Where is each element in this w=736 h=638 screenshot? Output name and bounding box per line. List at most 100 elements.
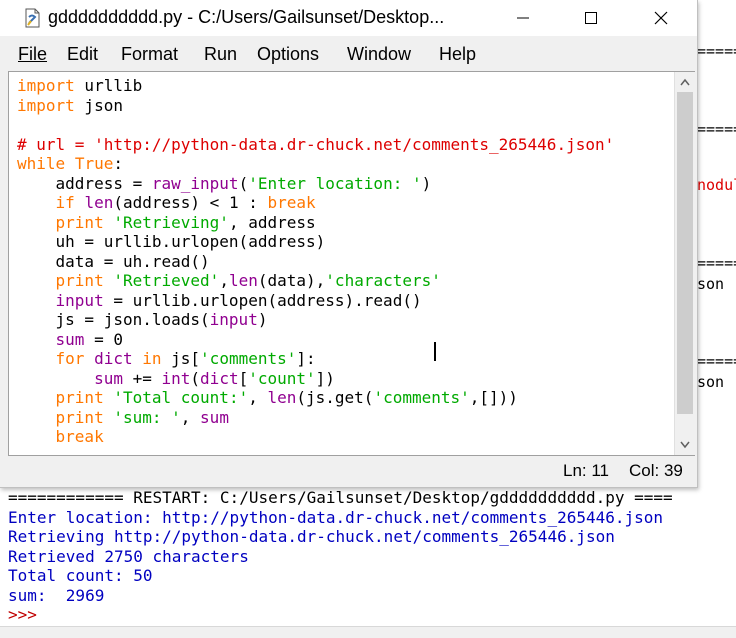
code-token: (data), <box>257 271 326 290</box>
shell-fragment-module: nodul <box>697 176 736 194</box>
shell-separator: ===== <box>697 254 736 272</box>
menu-format[interactable]: Format <box>121 44 178 65</box>
code-token: print <box>55 212 104 232</box>
code-line: data = uh.read() <box>17 252 672 272</box>
menu-options-label: Options <box>257 44 320 64</box>
scroll-up-button[interactable] <box>675 72 695 92</box>
code-token: json <box>74 95 123 115</box>
code-token: 'Total count:' <box>113 388 249 407</box>
shell-prompt[interactable]: >>> <box>8 605 47 625</box>
menu-bar: File Edit Format Run Options Window Help <box>0 40 697 70</box>
code-line: address = raw_input('Enter location: ') <box>17 174 672 194</box>
code-text-area[interactable]: import urllib import json # url = 'http://… <box>17 76 672 451</box>
code-token: += <box>122 368 162 388</box>
scrollbar-thumb[interactable] <box>677 92 693 414</box>
code-line: while True: <box>17 154 672 174</box>
code-token: , <box>248 388 268 407</box>
code-token: ]: <box>296 349 316 368</box>
code-token: sum <box>55 329 85 349</box>
code-line: uh = urllib.urlopen(address) <box>17 232 672 252</box>
code-token: ]) <box>315 368 335 388</box>
maximize-button[interactable] <box>568 0 614 36</box>
code-token: ) <box>421 173 432 193</box>
code-token: = 0 <box>84 329 123 349</box>
menu-window[interactable]: Window <box>347 44 411 65</box>
close-button[interactable] <box>638 0 684 36</box>
code-token: 'Enter location: ' <box>248 173 422 193</box>
code-token: len <box>228 271 258 290</box>
shell-output-line: sum: 2969 <box>8 586 105 605</box>
code-token: if <box>55 193 75 212</box>
menu-options[interactable]: Options <box>257 44 319 65</box>
code-token: # url = 'http://python-data.dr-chuck.net… <box>17 134 615 154</box>
code-line: if len(address) < 1 : break <box>17 193 672 213</box>
code-token: 'comments' <box>200 349 297 368</box>
status-column-number: Col: 39 <box>629 461 683 480</box>
code-line: input = urllib.urlopen(address).read() <box>17 291 672 311</box>
menu-help[interactable]: Help <box>439 44 476 65</box>
code-token: input <box>209 310 258 329</box>
code-line: for dict in js['comments']: <box>17 349 672 369</box>
menu-file[interactable]: File <box>18 44 47 65</box>
code-line: print 'Total count:', len(js.get('commen… <box>17 388 672 408</box>
menu-format-label: Format <box>121 44 179 64</box>
code-token: , <box>219 271 229 290</box>
minimize-icon <box>517 17 529 19</box>
code-line: print 'sum: ', sum <box>17 408 672 428</box>
menu-edit[interactable]: Edit <box>67 44 98 65</box>
code-token: import <box>17 76 75 95</box>
menu-edit-label: Edit <box>67 44 99 64</box>
shell-output-line: Total count: 50 <box>8 566 153 585</box>
menu-run[interactable]: Run <box>204 44 237 65</box>
code-token: while <box>17 154 66 173</box>
code-line: sum = 0 <box>17 330 672 350</box>
code-token: for <box>55 349 85 368</box>
code-token: input <box>55 290 104 310</box>
code-token: True <box>74 154 114 173</box>
code-token: uh = urllib.urlopen(address) <box>17 232 326 251</box>
code-editor[interactable]: import urllib import json # url = 'http://… <box>8 71 695 456</box>
shell-separator: ===== <box>697 120 736 138</box>
code-token: break <box>55 427 104 446</box>
shell-output-line: Enter location: http://python-data.dr-ch… <box>8 508 664 527</box>
code-line: sum += int(dict['count']) <box>17 369 672 389</box>
code-token: dict <box>94 349 133 368</box>
code-token: 'characters' <box>325 271 441 290</box>
menu-help-label: Help <box>439 44 477 64</box>
code-token: : <box>113 154 123 173</box>
shell-output-line: Retrieved 2750 characters <box>8 547 249 566</box>
code-token: 'Retrieving' <box>113 212 229 232</box>
code-line: import json <box>17 96 672 116</box>
code-token: [ <box>238 368 249 388</box>
shell-output-area[interactable]: ============ RESTART: C:/Users/Gailsunse… <box>0 486 736 628</box>
code-token: , <box>180 407 201 427</box>
shell-bottom-strip <box>0 626 736 638</box>
shell-separator: ===== <box>697 352 736 370</box>
menu-run-label: Run <box>204 44 238 64</box>
minimize-button[interactable] <box>500 0 546 36</box>
code-token: dict <box>200 368 239 388</box>
code-token: print <box>55 388 104 407</box>
code-token: 'sum: ' <box>113 407 181 427</box>
menu-file-label: File <box>18 44 48 64</box>
title-bar[interactable]: gdddddddddd.py - C:/Users/Gailsunset/Des… <box>0 0 697 36</box>
text-cursor <box>434 342 436 361</box>
code-token: ( <box>190 368 201 388</box>
status-bar: Ln: 11 Col: 39 <box>0 456 697 486</box>
vertical-scrollbar[interactable] <box>674 72 695 455</box>
scroll-down-button[interactable] <box>675 435 695 455</box>
